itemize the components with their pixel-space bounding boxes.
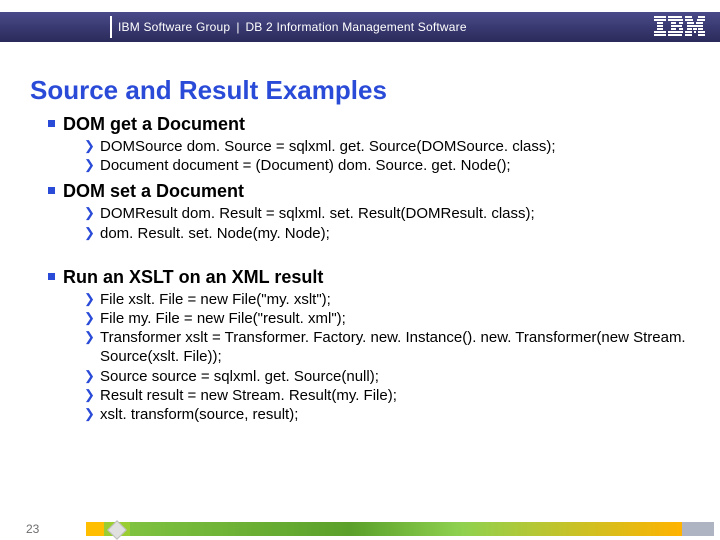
- code-line: ❯dom. Result. set. Node(my. Node);: [84, 224, 690, 243]
- arrow-bullet-icon: ❯: [84, 138, 94, 155]
- page-number: 23: [26, 522, 86, 536]
- footer: 23: [0, 518, 720, 540]
- code-line: ❯Transformer xslt = Transformer. Factory…: [84, 328, 690, 366]
- arrow-bullet-icon: ❯: [84, 205, 94, 222]
- ibm-logo-icon: [654, 16, 706, 36]
- header-divider-icon: [110, 16, 112, 38]
- section-heading: Run an XSLT on an XML result: [63, 267, 323, 288]
- header-separator: |: [236, 20, 239, 34]
- code-line: ❯xslt. transform(source, result);: [84, 405, 690, 424]
- header-product: DB 2 Information Management Software: [245, 20, 466, 34]
- arrow-bullet-icon: ❯: [84, 157, 94, 174]
- square-bullet-icon: [48, 120, 55, 127]
- code-line: ❯Result result = new Stream. Result(my. …: [84, 386, 690, 405]
- header-group: IBM Software Group: [118, 20, 230, 34]
- code-line: ❯File xslt. File = new File("my. xslt");: [84, 290, 690, 309]
- section: Run an XSLT on an XML result ❯File xslt.…: [48, 267, 690, 424]
- square-bullet-icon: [48, 187, 55, 194]
- section-heading: DOM get a Document: [63, 114, 245, 135]
- code-line: ❯Source source = sqlxml. get. Source(nul…: [84, 367, 690, 386]
- arrow-bullet-icon: ❯: [84, 387, 94, 404]
- slide: { "header": { "group": "IBM Software Gro…: [0, 0, 720, 540]
- footer-stripe-icon: [86, 522, 714, 536]
- code-line: ❯Document document = (Document) dom. Sou…: [84, 156, 690, 175]
- code-line: ❯DOMSource dom. Source = sqlxml. get. So…: [84, 137, 690, 156]
- code-line: ❯DOMResult dom. Result = sqlxml. set. Re…: [84, 204, 690, 223]
- section: DOM get a Document ❯DOMSource dom. Sourc…: [48, 114, 690, 175]
- arrow-bullet-icon: ❯: [84, 225, 94, 242]
- section: DOM set a Document ❯DOMResult dom. Resul…: [48, 181, 690, 242]
- arrow-bullet-icon: ❯: [84, 291, 94, 308]
- content-area: DOM get a Document ❯DOMSource dom. Sourc…: [48, 114, 690, 430]
- arrow-bullet-icon: ❯: [84, 406, 94, 423]
- arrow-bullet-icon: ❯: [84, 368, 94, 385]
- page-title: Source and Result Examples: [30, 75, 387, 106]
- arrow-bullet-icon: ❯: [84, 329, 94, 346]
- square-bullet-icon: [48, 273, 55, 280]
- code-line: ❯File my. File = new File("result. xml")…: [84, 309, 690, 328]
- section-heading: DOM set a Document: [63, 181, 244, 202]
- header-bar: IBM Software Group | DB 2 Information Ma…: [0, 12, 720, 42]
- arrow-bullet-icon: ❯: [84, 310, 94, 327]
